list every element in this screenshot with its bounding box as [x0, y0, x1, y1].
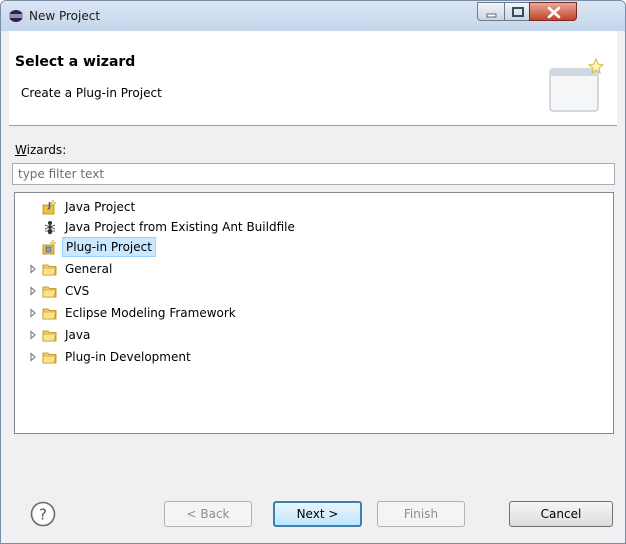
help-icon[interactable]: ? [30, 501, 56, 527]
tree-item-label: Eclipse Modeling Framework [65, 306, 236, 320]
chevron-right-icon[interactable] [28, 352, 38, 362]
chevron-right-icon[interactable] [28, 308, 38, 318]
finish-button[interactable]: Finish [377, 501, 465, 527]
back-button[interactable]: < Back [164, 501, 252, 527]
ant-icon [44, 221, 56, 235]
wizards-label: Wizards: [15, 143, 66, 157]
wizards-mnemonic: W [15, 143, 27, 157]
folder-icon [42, 264, 57, 276]
tree-item-label: General [65, 262, 113, 276]
banner-description: Create a Plug-in Project [21, 86, 162, 100]
next-button[interactable]: Next > [273, 501, 362, 527]
svg-text:J: J [47, 201, 51, 210]
svg-text:?: ? [39, 506, 47, 524]
maximize-icon [512, 7, 524, 17]
chevron-right-icon[interactable] [28, 286, 38, 296]
plugin-project-icon [42, 239, 57, 255]
java-project-icon: J [42, 199, 57, 215]
close-icon [547, 6, 561, 19]
new-project-window: New Project Select a wizard Create a Plu… [0, 0, 626, 544]
tree-item-label: Java Project [65, 200, 136, 214]
title-bar[interactable]: New Project [1, 1, 625, 31]
folder-icon [42, 308, 57, 320]
chevron-right-icon[interactable] [28, 330, 38, 340]
wizards-label-text: izards: [26, 143, 67, 157]
minimize-button[interactable] [477, 2, 505, 21]
folder-icon [42, 286, 57, 298]
minimize-icon [486, 13, 497, 18]
folder-icon [42, 352, 57, 364]
close-button[interactable] [529, 2, 577, 21]
tree-item-label: Plug-in Development [65, 350, 191, 364]
eclipse-icon [9, 10, 23, 22]
chevron-right-icon[interactable] [28, 264, 38, 274]
new-wizard-icon [549, 57, 605, 112]
dialog-content: Select a wizard Create a Plug-in Project… [9, 31, 617, 535]
tree-item-label: Plug-in Project [62, 237, 156, 257]
maximize-button[interactable] [504, 2, 530, 21]
tree-item-label: Java Project from Existing Ant Buildfile [65, 220, 295, 234]
filter-input[interactable] [12, 163, 615, 185]
wizard-banner: Select a wizard Create a Plug-in Project [9, 31, 617, 126]
cancel-button[interactable]: Cancel [509, 501, 613, 527]
tree-item-label: Java [65, 328, 91, 342]
wizard-tree[interactable]: J Java Project Java Project from Existin… [14, 192, 614, 434]
tree-item-label: CVS [65, 284, 90, 298]
window-title: New Project [29, 9, 101, 23]
folder-icon [42, 330, 57, 342]
banner-title: Select a wizard [15, 54, 136, 70]
